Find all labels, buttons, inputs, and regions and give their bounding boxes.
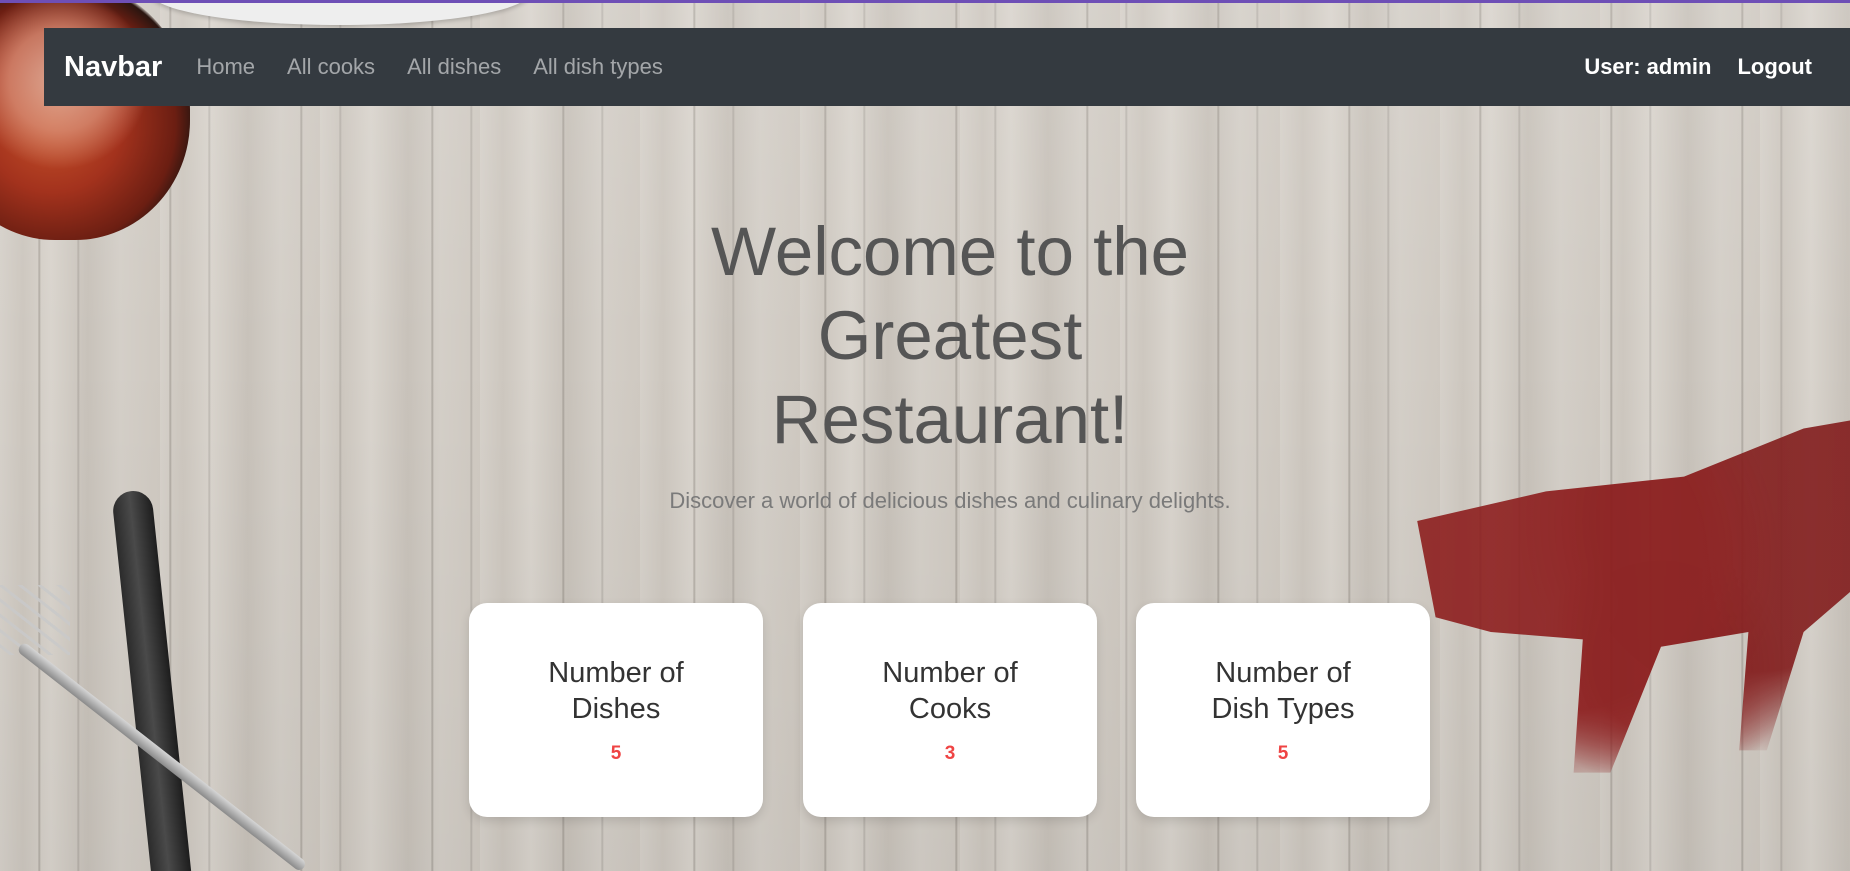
nav-link-all-dishes[interactable]: All dishes	[407, 54, 501, 80]
hero-title-line-2: Greatest	[817, 297, 1083, 374]
card-number-of-dishes: Number of Dishes 5	[469, 603, 763, 817]
navbar-brand[interactable]: Navbar	[64, 51, 162, 84]
card-title: Number of Dishes	[526, 655, 706, 727]
card-title-line-2: Dish Types	[1211, 693, 1355, 725]
card-number-of-dish-types: Number of Dish Types 5	[1136, 603, 1430, 817]
card-title: Number of Cooks	[860, 655, 1040, 727]
navbar: Navbar Home All cooks All dishes All dis…	[44, 28, 1850, 106]
nav-links: Home All cooks All dishes All dish types	[196, 54, 695, 80]
card-title-line-2: Cooks	[908, 693, 992, 725]
card-title: Number of Dish Types	[1193, 655, 1373, 727]
hero-title-line-3: Restaurant!	[771, 381, 1129, 458]
nav-link-home[interactable]: Home	[196, 54, 255, 80]
card-title-line-1: Number of	[548, 657, 684, 689]
fork-tines-image	[0, 585, 70, 655]
hero-title-line-1: Welcome to the	[710, 213, 1190, 290]
card-count: 3	[944, 743, 956, 764]
nav-right: User: admin Logout	[1584, 54, 1830, 80]
user-label[interactable]: User: admin	[1584, 54, 1711, 80]
nav-link-all-cooks[interactable]: All cooks	[287, 54, 375, 80]
card-count: 5	[1277, 743, 1289, 764]
card-count: 5	[610, 743, 622, 764]
hero-subtitle: Discover a world of delicious dishes and…	[669, 488, 1231, 513]
card-title-line-1: Number of	[882, 657, 1018, 689]
card-title-line-2: Dishes	[571, 693, 661, 725]
card-title-line-1: Number of	[1215, 657, 1351, 689]
hero-title: Welcome to the Greatest Restaurant!	[625, 210, 1275, 462]
top-accent-line	[0, 0, 1850, 3]
nav-link-all-dish-types[interactable]: All dish types	[533, 54, 663, 80]
logout-link[interactable]: Logout	[1737, 54, 1812, 80]
card-number-of-cooks: Number of Cooks 3	[803, 603, 1097, 817]
